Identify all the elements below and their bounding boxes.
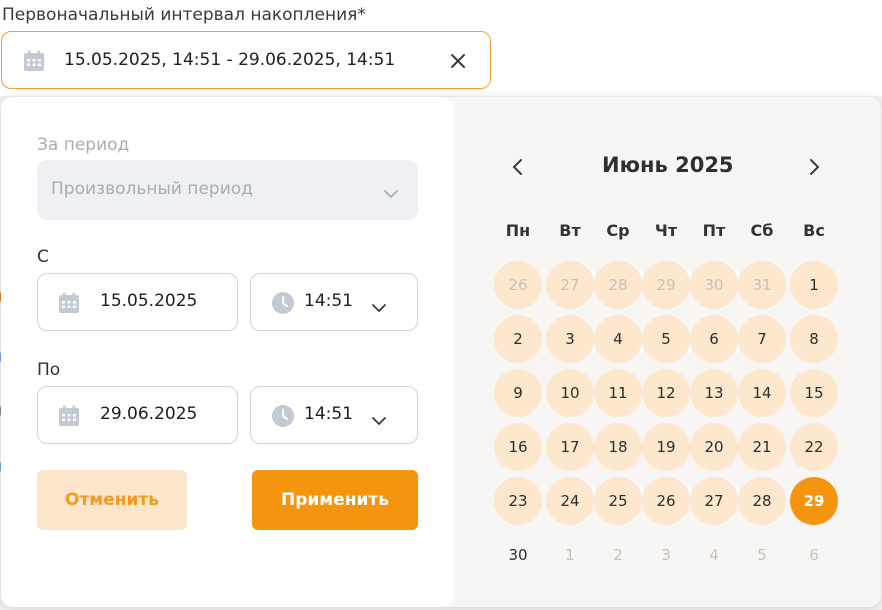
calendar-month-title: Июнь 2025 xyxy=(602,153,734,177)
calendar-day[interactable]: 12 xyxy=(642,369,690,417)
from-date-input[interactable]: 15.05.2025 xyxy=(37,273,238,331)
calendar-icon xyxy=(57,291,81,319)
calendar-day[interactable]: 22 xyxy=(790,423,838,471)
from-time-value: 14:51 xyxy=(304,291,353,311)
weekday-label: Ср xyxy=(606,221,630,240)
calendar-day[interactable]: 30 xyxy=(494,531,542,579)
from-label: С xyxy=(37,247,49,267)
calendar-day[interactable]: 26 xyxy=(642,477,690,525)
calendar-day[interactable]: 1 xyxy=(790,261,838,309)
calendar-day[interactable]: 13 xyxy=(690,369,738,417)
calendar-day[interactable]: 3 xyxy=(546,315,594,363)
to-date-input[interactable]: 29.06.2025 xyxy=(37,386,238,444)
range-settings-panel: За период Произвольный период С 15.05.20… xyxy=(1,97,454,607)
weekday-label: Сб xyxy=(750,221,774,240)
calendar-day[interactable]: 4 xyxy=(690,531,738,579)
to-time-value: 14:51 xyxy=(304,404,353,424)
calendar-day[interactable]: 18 xyxy=(594,423,642,471)
calendar-day[interactable]: 20 xyxy=(690,423,738,471)
calendar-day[interactable]: 29 xyxy=(642,261,690,309)
weekday-label: Пн xyxy=(505,221,531,240)
apply-button[interactable]: Применить xyxy=(252,470,418,530)
to-label: По xyxy=(37,360,61,380)
calendar-day[interactable]: 11 xyxy=(594,369,642,417)
calendar-day[interactable]: 6 xyxy=(690,315,738,363)
from-date-value: 15.05.2025 xyxy=(100,291,198,311)
calendar-day[interactable]: 2 xyxy=(594,531,642,579)
calendar-day[interactable]: 4 xyxy=(594,315,642,363)
calendar-day[interactable]: 5 xyxy=(738,531,786,579)
weekday-label: Вс xyxy=(803,221,825,240)
calendar-day[interactable]: 5 xyxy=(642,315,690,363)
chevron-left-icon[interactable] xyxy=(508,157,528,177)
calendar-day[interactable]: 30 xyxy=(690,261,738,309)
weekday-label: Пт xyxy=(702,221,726,240)
calendar-day[interactable]: 10 xyxy=(546,369,594,417)
calendar-day[interactable]: 15 xyxy=(790,369,838,417)
calendar-day[interactable]: 16 xyxy=(494,423,542,471)
calendar-day[interactable]: 23 xyxy=(494,477,542,525)
calendar-day[interactable]: 21 xyxy=(738,423,786,471)
calendar-day[interactable]: 26 xyxy=(494,261,542,309)
period-label: За период xyxy=(37,135,130,155)
to-date-value: 29.06.2025 xyxy=(100,404,198,424)
calendar-day[interactable]: 8 xyxy=(790,315,838,363)
calendar-day[interactable]: 27 xyxy=(690,477,738,525)
chevron-right-icon[interactable] xyxy=(804,157,824,177)
calendar-day[interactable]: 7 xyxy=(738,315,786,363)
chevron-down-icon xyxy=(372,411,386,430)
chevron-down-icon xyxy=(372,298,386,317)
calendar-day[interactable]: 28 xyxy=(594,261,642,309)
clock-icon xyxy=(271,404,295,432)
close-icon[interactable] xyxy=(448,51,468,71)
date-range-input[interactable]: 15.05.2025, 14:51 - 29.06.2025, 14:51 xyxy=(1,31,491,89)
weekday-label: Чт xyxy=(654,221,678,240)
date-range-value: 15.05.2025, 14:51 - 29.06.2025, 14:51 xyxy=(64,50,396,70)
calendar-day[interactable]: 24 xyxy=(546,477,594,525)
calendar-day-selected[interactable]: 29 xyxy=(790,477,838,525)
calendar-day[interactable]: 28 xyxy=(738,477,786,525)
calendar-day[interactable]: 2 xyxy=(494,315,542,363)
calendar-day[interactable]: 25 xyxy=(594,477,642,525)
to-time-select[interactable]: 14:51 xyxy=(250,386,418,444)
calendar-day[interactable]: 14 xyxy=(738,369,786,417)
weekday-label: Вт xyxy=(559,221,581,240)
date-range-popup: За период Произвольный период С 15.05.20… xyxy=(1,97,881,607)
calendar-day[interactable]: 3 xyxy=(642,531,690,579)
clock-icon xyxy=(271,291,295,319)
calendar-icon xyxy=(57,404,81,432)
cancel-button[interactable]: Отменить xyxy=(37,470,187,530)
calendar-day[interactable]: 17 xyxy=(546,423,594,471)
calendar-day[interactable]: 19 xyxy=(642,423,690,471)
period-select-value: Произвольный период xyxy=(51,179,253,199)
from-time-select[interactable]: 14:51 xyxy=(250,273,418,331)
calendar-day[interactable]: 1 xyxy=(546,531,594,579)
calendar-day[interactable]: 31 xyxy=(738,261,786,309)
calendar-day[interactable]: 6 xyxy=(790,531,838,579)
period-select[interactable]: Произвольный период xyxy=(37,160,418,220)
calendar-icon xyxy=(22,49,46,77)
chevron-down-icon xyxy=(384,184,398,203)
calendar-day[interactable]: 9 xyxy=(494,369,542,417)
field-label: Первоначальный интервал накопления* xyxy=(2,5,366,25)
calendar-day[interactable]: 27 xyxy=(546,261,594,309)
